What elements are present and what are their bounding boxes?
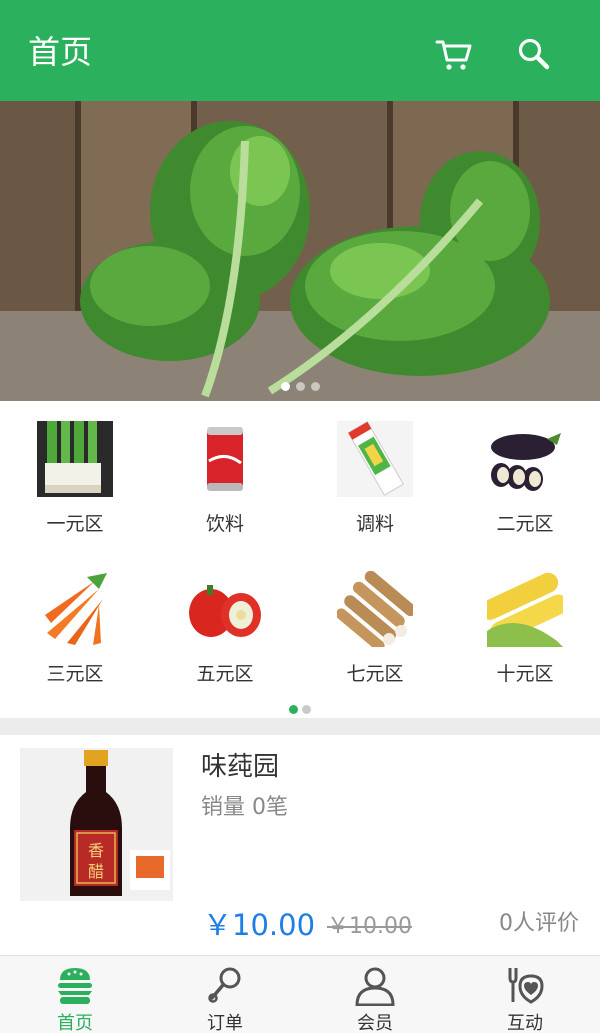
red-pepper-image — [187, 571, 263, 647]
svg-text:醋: 醋 — [88, 862, 104, 881]
category-label: 一元区 — [46, 513, 104, 535]
cola-can-image — [187, 421, 263, 497]
kale-banner-image — [0, 101, 600, 401]
nav-item-home[interactable]: 首页 — [0, 956, 150, 1033]
product-name[interactable]: 味莼园 — [201, 746, 279, 783]
product-sales: 销量 0笔 — [201, 795, 288, 820]
search-icon[interactable] — [514, 34, 554, 74]
nav-item-interaction[interactable]: 互动 — [450, 956, 600, 1033]
category-item[interactable]: 五元区 — [150, 551, 300, 701]
category-item[interactable]: 七元区 — [300, 551, 450, 701]
category-pager — [0, 699, 600, 718]
nav-item-member[interactable]: 会员 — [300, 956, 450, 1033]
banner-indicator — [0, 376, 600, 395]
category-item[interactable]: 三元区 — [0, 551, 150, 701]
page-title: 首页 — [28, 33, 93, 71]
nav-label: 会员 — [357, 1013, 393, 1033]
pager-dot[interactable] — [289, 705, 298, 714]
nav-label: 订单 — [207, 1013, 243, 1033]
pager-dot[interactable] — [302, 705, 311, 714]
category-label: 七元区 — [346, 663, 404, 685]
bottom-nav: 首页 订单 会员 互动 — [0, 955, 600, 1033]
category-label: 调料 — [355, 513, 394, 535]
banner-carousel[interactable] — [0, 101, 600, 401]
category-item[interactable]: 饮料 — [150, 401, 300, 551]
banner-dot[interactable] — [295, 382, 305, 391]
yam-image — [337, 571, 413, 647]
category-item[interactable]: 二元区 — [450, 401, 600, 551]
member-icon — [354, 964, 396, 1007]
product-reviews[interactable]: 0人评价 — [499, 905, 579, 937]
home-burger-icon — [54, 964, 96, 1006]
order-icon — [204, 964, 246, 1006]
product-card[interactable]: 香 醋 味莼园 销量 0笔 ￥10.00 ￥10.00 0人评价 — [0, 735, 600, 955]
category-label: 五元区 — [196, 663, 254, 685]
green-onion-image — [37, 421, 113, 497]
category-item[interactable]: 一元区 — [0, 401, 150, 551]
eggplant-image — [487, 421, 563, 497]
cart-icon[interactable] — [434, 34, 474, 74]
product-image[interactable]: 香 醋 — [20, 748, 173, 901]
svg-text:香: 香 — [88, 841, 104, 860]
category-label: 饮料 — [205, 513, 244, 535]
nav-item-orders[interactable]: 订单 — [150, 956, 300, 1033]
corn-image — [487, 571, 563, 647]
seasoning-box-image — [337, 421, 413, 497]
category-item[interactable]: 调料 — [300, 401, 450, 551]
app-header: 首页 — [0, 0, 600, 101]
category-label: 二元区 — [496, 513, 554, 535]
category-label: 三元区 — [46, 663, 104, 685]
interaction-icon — [504, 964, 546, 1006]
product-price: ￥10.00 — [203, 908, 316, 942]
category-label: 十元区 — [496, 663, 554, 685]
nav-label: 首页 — [57, 1013, 93, 1033]
product-original-price: ￥10.00 — [327, 914, 412, 939]
category-item[interactable]: 十元区 — [450, 551, 600, 701]
nav-label: 互动 — [507, 1013, 543, 1033]
banner-dot[interactable] — [310, 382, 320, 391]
category-grid: 一元区 饮料 调料 二元区 三元区 五元区 七元区 十元区 — [0, 401, 600, 718]
carrots-image — [37, 571, 113, 647]
banner-dot[interactable] — [280, 382, 290, 391]
section-divider — [0, 718, 600, 735]
